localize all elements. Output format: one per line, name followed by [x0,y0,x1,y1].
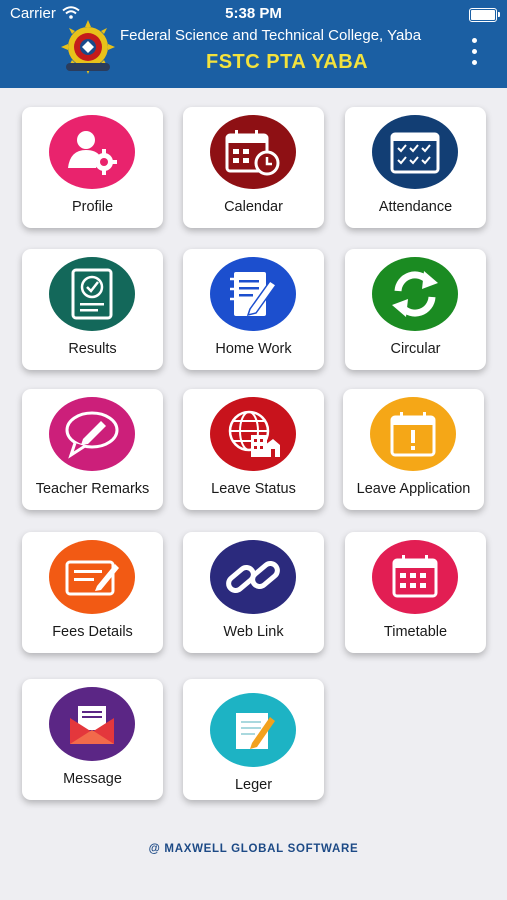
message-tile[interactable]: Message [22,679,163,800]
timetable-icon [372,540,458,614]
profile-tile[interactable]: Profile [22,107,163,228]
app-title: FSTC PTA YABA [206,51,369,73]
ledger-note-icon [210,693,296,767]
link-icon [210,540,296,614]
results-tile[interactable]: Results [22,249,163,370]
leave-application-tile[interactable]: Leave Application [343,389,484,510]
attendance-tile[interactable]: Attendance [345,107,486,228]
teacher-remarks-tile[interactable]: Teacher Remarks [22,389,163,510]
tile-label-leger: Leger [234,777,273,793]
refresh-icon [372,257,458,331]
fees-details-tile[interactable]: Fees Details [22,532,163,653]
tile-label-timetable: Timetable [383,624,448,640]
tile-label-leave-application: Leave Application [356,481,471,497]
homework-icon [210,257,296,331]
homework-tile[interactable]: Home Work [183,249,324,370]
tile-label-calendar: Calendar [224,199,283,215]
leave-status-tile[interactable]: Leave Status [183,389,324,510]
tile-label-results: Results [68,341,117,357]
tile-label-attendance: Attendance [378,199,453,215]
tile-label-web-link: Web Link [223,624,284,640]
tile-label-circular: Circular [390,341,441,357]
battery-icon [469,8,500,22]
tile-label-message: Message [63,771,122,787]
web-link-tile[interactable]: Web Link [183,532,324,653]
results-icon [49,257,135,331]
timetable-tile[interactable]: Timetable [345,532,486,653]
app-header: Carrier 5:38 PM Federal Science and Tech… [0,0,507,88]
profile-icon [49,115,135,189]
attendance-icon [372,115,458,189]
more-menu-icon[interactable] [466,38,482,72]
footer-credit: @ MAXWELL GLOBAL SOFTWARE [148,843,359,855]
circular-tile[interactable]: Circular [345,249,486,370]
calendar-tile[interactable]: Calendar [183,107,324,228]
tile-label-fees-details: Fees Details [52,624,133,640]
school-name: Federal Science and Technical College, Y… [120,27,422,44]
tile-label-homework: Home Work [215,341,292,357]
leger-tile[interactable]: Leger [183,679,324,800]
tile-label-leave-status: Leave Status [211,481,296,497]
school-logo [61,20,115,74]
remark-bubble-icon [49,397,135,471]
envelope-icon [49,687,135,761]
calendar-alert-icon [370,397,456,471]
tile-label-profile: Profile [71,199,114,215]
fee-card-icon [49,540,135,614]
calendar-icon [210,115,296,189]
globe-building-icon [210,397,296,471]
tile-label-teacher-remarks: Teacher Remarks [35,481,150,497]
